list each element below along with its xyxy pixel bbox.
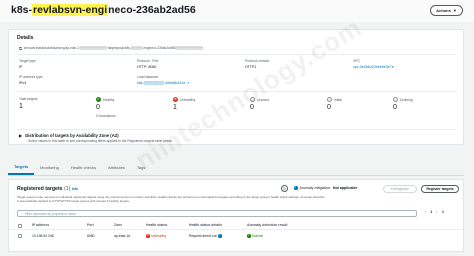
divider: [17, 91, 457, 92]
tab-targets[interactable]: Targets: [8, 164, 35, 175]
error-circle-icon: ✕: [173, 97, 178, 102]
stat-unhealthy: ✕ Unhealthy 1: [173, 97, 196, 111]
page-header: k8s-revlabsvn-engineco-236ab2ad56 Action…: [0, 0, 474, 22]
tab-tags[interactable]: Tags: [131, 165, 151, 175]
cell-port: 8080: [87, 234, 95, 238]
tab-health-checks[interactable]: Health checks: [65, 165, 102, 175]
field-protocol-port: Protocol : Port HTTP: 8080: [137, 59, 159, 69]
anomaly-mitigation: i Anomaly mitigation: Not applicable: [294, 186, 358, 190]
settings-gear-icon[interactable]: ⚙: [441, 210, 444, 214]
row-checkbox[interactable]: [18, 234, 22, 238]
registered-targets-panel: Registered targets (1) Info Target group…: [8, 179, 464, 252]
error-circle-icon: ✕: [146, 234, 150, 238]
stat-initial: ○ Initial 0: [327, 97, 342, 111]
chevron-left-icon[interactable]: ‹: [425, 210, 426, 214]
stat-total-targets: Total targets 1: [19, 97, 38, 110]
pagination: ‹ 1 › ⚙: [425, 210, 445, 214]
field-load-balancer: Load balancer k8s-▒▒▒▒▒▒▒▒-5d5d6b412e ↗: [137, 75, 190, 85]
caret-down-icon: ▼: [452, 8, 457, 13]
actions-button[interactable]: Actions ▼: [430, 5, 463, 16]
column-header[interactable]: Zone: [114, 223, 122, 227]
column-header[interactable]: Anomaly detection result: [247, 223, 288, 227]
cell-zone: ap-east-1b: [114, 234, 131, 238]
tab-monitoring[interactable]: Monitoring: [34, 165, 65, 175]
page-title: k8s-revlabsvn-engineco-236ab2ad56: [11, 4, 196, 16]
page-number[interactable]: 1: [430, 210, 432, 214]
details-panel: Details ⧉ arn:aws:elasticloadbalancing:a…: [8, 29, 464, 145]
stat-healthy: ✓ Healthy 0 0 Anomalous: [96, 97, 116, 118]
target-group-arn: arn:aws:elasticloadbalancing:ap-east-1:▒…: [23, 46, 204, 50]
title-highlight: revlabsvn-engi: [32, 4, 109, 16]
registered-targets-heading: Registered targets (1) Info: [17, 186, 79, 192]
info-circle-icon: i: [294, 186, 298, 190]
caret-right-icon: ▶: [19, 133, 23, 138]
field-protocol-version: Protocol version HTTP1: [245, 59, 270, 69]
az-distribution-subtitle: Select values in this table to see corre…: [28, 139, 173, 143]
refresh-button[interactable]: ↻: [281, 185, 288, 192]
info-circle-icon: i: [218, 234, 222, 238]
info-link[interactable]: Info: [72, 187, 78, 191]
vpc-link[interactable]: vpc-0e4b6420ebb9e3e7e: [353, 65, 394, 69]
stat-unused: – Unused 0: [250, 97, 269, 111]
check-circle-icon: ✓: [96, 97, 101, 102]
az-distribution-toggle[interactable]: ▶ Distribution of targets by Availabilit…: [19, 133, 119, 138]
external-link-icon: ↗: [186, 81, 190, 85]
unused-circle-icon: –: [250, 97, 255, 102]
pending-circle-icon: ○: [327, 97, 332, 102]
load-balancer-link[interactable]: k8s-▒▒▒▒▒▒▒▒-5d5d6b412e ↗: [137, 81, 189, 85]
cell-ip-address: 10.198.52.246: [32, 234, 54, 238]
deregister-button[interactable]: Deregister: [383, 185, 417, 193]
cell-health-details: Request timed out i: [189, 234, 222, 238]
table-header: IP address Port Zone Health status Healt…: [9, 222, 463, 230]
select-all-checkbox[interactable]: [18, 224, 22, 228]
divider: [17, 54, 457, 55]
copy-icon[interactable]: ⧉: [19, 46, 22, 51]
table-row[interactable]: 10.198.52.246 8080 ap-east-1b ✕ Unhealth…: [9, 232, 463, 241]
column-header[interactable]: IP address: [32, 223, 49, 227]
search-icon: ⌕: [21, 211, 23, 216]
chevron-right-icon[interactable]: ›: [436, 210, 437, 214]
tab-bar: Targets Monitoring Health checks Attribu…: [8, 160, 464, 176]
filter-input[interactable]: ⌕ Filter resources by property or value: [17, 210, 417, 217]
field-vpc: VPC vpc-0e4b6420ebb9e3e7e: [353, 59, 394, 69]
column-header[interactable]: Health status details: [189, 223, 222, 227]
details-heading: Details: [17, 35, 34, 41]
field-target-type: Target type IP: [19, 59, 36, 69]
draining-circle-icon: ○: [393, 97, 398, 102]
column-header[interactable]: Port: [87, 223, 94, 227]
refresh-icon: ↻: [282, 186, 287, 191]
register-targets-button[interactable]: Register targets: [421, 185, 459, 193]
registered-targets-description: Target groups route requests to individu…: [17, 195, 325, 203]
cell-health-status: ✕ Unhealthy: [146, 234, 167, 238]
stat-draining: ○ Draining 0: [393, 97, 413, 111]
tab-attributes[interactable]: Attributes: [102, 165, 131, 175]
field-ip-address-type: IP address type IPv4: [19, 75, 43, 85]
cell-anomaly-result: ✓ Normal: [247, 234, 263, 238]
column-header[interactable]: Health status: [146, 223, 167, 227]
divider: [17, 129, 457, 130]
arn-row: ⧉ arn:aws:elasticloadbalancing:ap-east-1…: [19, 45, 319, 51]
check-circle-icon: ✓: [247, 234, 251, 238]
